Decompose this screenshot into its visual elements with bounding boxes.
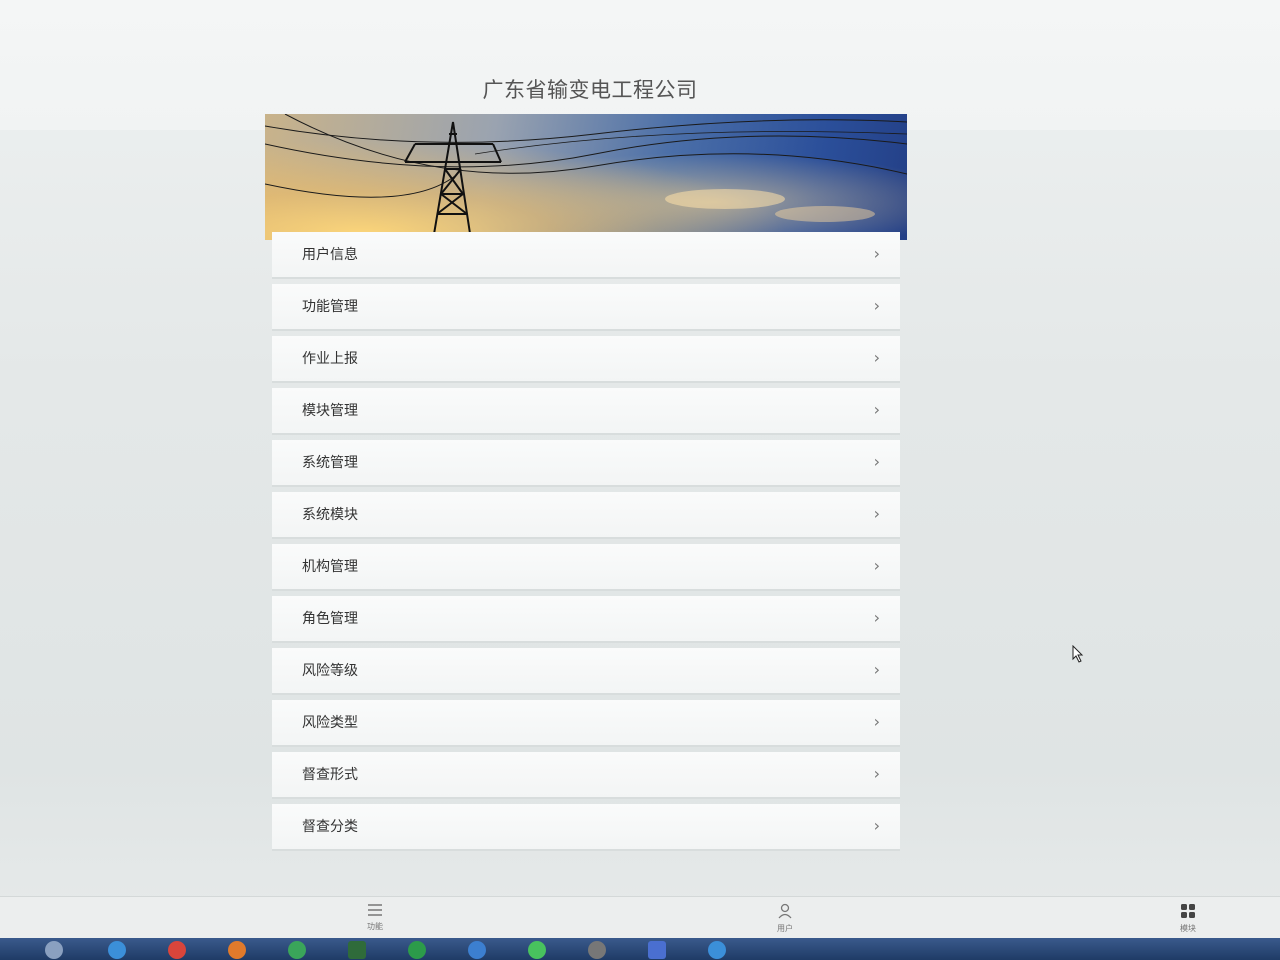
tab-label: 用户 [777,924,793,933]
user-icon [755,903,815,921]
grid-icon [1158,903,1218,921]
tab-label: 功能 [367,922,383,931]
chevron-right-icon: › [873,608,880,627]
menu-item-label: 系统管理 [302,455,358,471]
recycle-icon[interactable] [408,941,426,959]
menu-item-label: 功能管理 [302,299,358,315]
menu-item-label: 模块管理 [302,403,358,419]
menu-item-system-modules[interactable]: 系统模块 › [272,492,900,539]
chevron-right-icon: › [873,504,880,523]
menu-item-inspection-category[interactable]: 督查分类 › [272,804,900,851]
chevron-right-icon: › [873,764,880,783]
tab-function[interactable]: 功能 [345,903,405,932]
menu-item-label: 机构管理 [302,559,358,575]
menu-list: 用户信息 › 功能管理 › 作业上报 › 模块管理 › 系统管理 › 系统模块 … [272,232,900,856]
menu-item-module-management[interactable]: 模块管理 › [272,388,900,435]
menu-item-inspection-form[interactable]: 督查形式 › [272,752,900,799]
menu-item-risk-type[interactable]: 风险类型 › [272,700,900,747]
mouse-pointer-icon [1072,644,1084,667]
page-title: 广东省输变电工程公司 [482,78,698,102]
chevron-right-icon: › [873,400,880,419]
settings-icon[interactable] [588,941,606,959]
start-orb-icon[interactable] [45,941,63,959]
menu-item-function-management[interactable]: 功能管理 › [272,284,900,331]
ie-browser-icon[interactable] [108,941,126,959]
power-tower-illustration [265,114,907,240]
menu-item-role-management[interactable]: 角色管理 › [272,596,900,643]
tab-user[interactable]: 用户 [755,903,815,934]
menu-item-system-management[interactable]: 系统管理 › [272,440,900,487]
menu-item-label: 系统模块 [302,507,358,523]
bottom-tab-bar: 功能 用户 模块 [0,896,1280,939]
tab-label: 模块 [1180,924,1196,933]
menu-item-label: 用户信息 [302,247,358,263]
chevron-right-icon: › [873,348,880,367]
menu-item-label: 风险等级 [302,663,358,679]
menu-lines-icon [345,903,405,919]
editor-icon[interactable] [648,941,666,959]
wechat-icon[interactable] [528,941,546,959]
chrome-browser-icon[interactable] [168,941,186,959]
chevron-right-icon: › [873,712,880,731]
app-green-icon[interactable] [288,941,306,959]
os-taskbar [0,938,1280,960]
tab-module[interactable]: 模块 [1158,903,1218,934]
menu-item-risk-level[interactable]: 风险等级 › [272,648,900,695]
menu-item-org-management[interactable]: 机构管理 › [272,544,900,591]
firefox-browser-icon[interactable] [228,941,246,959]
menu-item-label: 作业上报 [302,351,358,367]
menu-item-work-report[interactable]: 作业上报 › [272,336,900,383]
chevron-right-icon: › [873,556,880,575]
chevron-right-icon: › [873,244,880,263]
menu-item-label: 督查形式 [302,767,358,783]
banner-image [265,114,907,240]
menu-item-label: 风险类型 [302,715,358,731]
chevron-right-icon: › [873,452,880,471]
chevron-right-icon: › [873,816,880,835]
chevron-right-icon: › [873,660,880,679]
chevron-right-icon: › [873,296,880,315]
ie-browser-icon-2[interactable] [708,941,726,959]
menu-item-user-info[interactable]: 用户信息 › [272,232,900,279]
network-icon[interactable] [468,941,486,959]
menu-item-label: 督查分类 [302,819,358,835]
terminal-icon[interactable] [348,941,366,959]
app-screen: 广东省输变电工程公司 用户信息 › 功能管理 › 作业上报 › 模块管理 › 系… [0,0,1280,960]
app-header: 广东省输变电工程公司 [0,0,1280,130]
menu-item-label: 角色管理 [302,611,358,627]
